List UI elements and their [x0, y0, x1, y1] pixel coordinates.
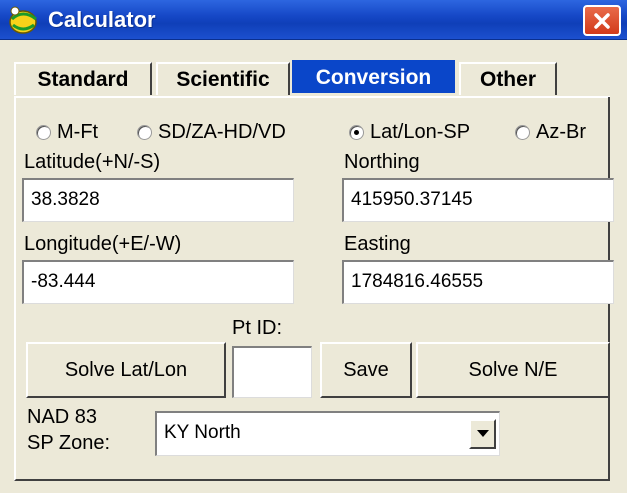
tab-conversion[interactable]: Conversion	[292, 60, 455, 93]
nad83-label-line2: SP Zone:	[27, 432, 111, 454]
radio-latlon-label: Lat/Lon-SP	[370, 120, 471, 143]
tab-other[interactable]: Other	[459, 62, 557, 95]
solve-ne-button[interactable]: Solve N/E	[416, 342, 610, 398]
close-icon	[594, 12, 610, 29]
sp-zone-value: KY North	[164, 422, 241, 443]
radio-mft-label: M-Ft	[57, 120, 99, 143]
tab-standard[interactable]: Standard	[14, 62, 152, 95]
easting-label: Easting	[344, 233, 411, 255]
longitude-input[interactable]: -83.444	[22, 260, 294, 304]
radio-azbr-circle[interactable]	[515, 124, 530, 140]
radio-latlon-circle[interactable]	[349, 124, 364, 140]
sp-zone-select[interactable]: KY North	[155, 411, 500, 456]
longitude-label: Longitude(+E/-W)	[24, 233, 182, 255]
solve-latlon-button[interactable]: Solve Lat/Lon	[26, 342, 226, 398]
tab-strip: Standard Scientific Conversion Other	[0, 40, 627, 96]
latitude-input[interactable]: 38.3828	[22, 178, 294, 222]
easting-input[interactable]: 1784816.46555	[342, 260, 614, 304]
radio-sdza-label: SD/ZA-HD/VD	[158, 120, 286, 143]
sp-zone-dropdown-button[interactable]	[469, 419, 496, 449]
pt-id-input[interactable]	[232, 346, 312, 398]
radio-azbr[interactable]: Az-Br	[515, 118, 586, 146]
save-button[interactable]: Save	[320, 342, 412, 398]
radio-latlon[interactable]: Lat/Lon-SP	[349, 118, 470, 146]
tab-scientific[interactable]: Scientific	[156, 62, 290, 95]
globe-icon	[9, 6, 37, 34]
radio-azbr-label: Az-Br	[536, 120, 586, 143]
nad83-label: NAD 83 SP Zone:	[27, 404, 110, 456]
northing-input[interactable]: 415950.37145	[342, 178, 614, 222]
title-bar: Calculator	[0, 0, 627, 40]
radio-mft-circle[interactable]	[36, 124, 51, 140]
pt-id-label: Pt ID:	[232, 317, 283, 339]
latitude-label: Latitude(+N/-S)	[24, 151, 161, 173]
radio-sdza-circle[interactable]	[137, 124, 152, 140]
northing-label: Northing	[344, 151, 420, 173]
nad83-label-line1: NAD 83	[27, 406, 98, 428]
chevron-down-icon	[476, 430, 489, 437]
close-button[interactable]	[583, 5, 621, 36]
window-title: Calculator	[48, 7, 156, 32]
radio-sdza[interactable]: SD/ZA-HD/VD	[137, 118, 286, 146]
radio-mft[interactable]: M-Ft	[36, 118, 98, 146]
